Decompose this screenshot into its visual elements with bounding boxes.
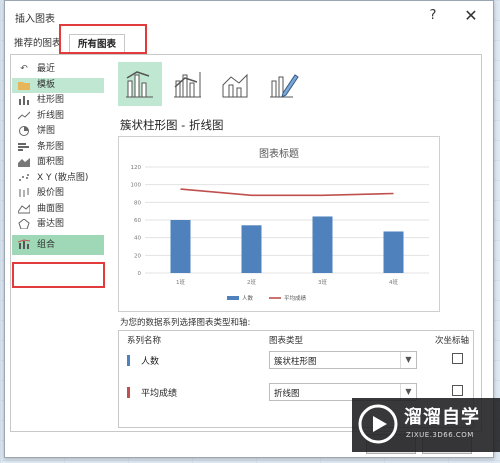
sidebar-item-line[interactable]: 折线图 — [12, 109, 104, 125]
pie-chart-icon — [18, 126, 30, 137]
surface-chart-icon — [17, 203, 31, 215]
area-chart-icon — [18, 157, 30, 168]
chart-type-sidebar: ↶ 最近 模板 柱形图 折线图 饼图 条形图 面积图 X Y (散点图) 股价图 … — [12, 62, 104, 255]
folder-icon — [18, 80, 30, 91]
x-tick-label: 1班 — [176, 278, 185, 286]
header-chart-type: 图表类型 — [269, 336, 304, 346]
play-logo-icon — [358, 404, 398, 444]
close-button[interactable]: ✕ — [461, 6, 481, 26]
sidebar-item-surface[interactable]: 曲面图 — [12, 202, 104, 218]
sidebar-item-pie[interactable]: 饼图 — [12, 124, 104, 140]
chart-type-value: 簇状柱形图 — [274, 357, 317, 367]
y-tick-label: 80 — [134, 200, 141, 206]
secondary-axis-checkbox[interactable] — [452, 353, 463, 364]
subtype-cluster-column-line[interactable] — [118, 62, 162, 106]
series-color-swatch — [127, 387, 130, 398]
combo-chart-icon — [17, 239, 31, 250]
chevron-down-icon[interactable]: ▼ — [400, 352, 416, 368]
legend-label: 平均成绩 — [284, 294, 307, 302]
subtype-title: 簇状柱形图 - 折线图 — [120, 118, 224, 132]
watermark-url: ZIXUE.3D66.COM — [406, 431, 474, 439]
sidebar-item-radar[interactable]: 雷达图 — [12, 217, 104, 233]
sidebar-item-recent[interactable]: ↶ 最近 — [12, 62, 104, 78]
legend-swatch — [227, 296, 239, 300]
series-row: 人数 簇状柱形图 ▼ — [119, 349, 475, 375]
series-instruction: 为您的数据系列选择图表类型和轴: — [120, 318, 251, 328]
chart-preview: 图表标题 0 20 40 60 80 100 120 1班 2班 3班 4班 人数 平均成绩 — [118, 136, 440, 312]
sidebar-item-scatter[interactable]: X Y (散点图) — [12, 171, 104, 187]
combo-subtype-gallery — [118, 62, 306, 108]
y-tick-label: 40 — [134, 236, 141, 242]
watermark-text: 溜溜自学 — [404, 407, 480, 428]
y-tick-label: 20 — [134, 253, 141, 259]
radar-chart-icon — [18, 218, 30, 230]
bar-chart-icon — [18, 142, 30, 153]
sidebar-item-templates[interactable]: 模板 — [12, 77, 104, 93]
series-line — [180, 188, 394, 197]
subtype-cluster-column-line-secondary[interactable] — [166, 62, 210, 106]
scatter-chart-icon — [18, 173, 30, 184]
sidebar-item-combo[interactable]: 组合 — [12, 234, 104, 255]
y-tick-label: 120 — [131, 165, 142, 171]
bar — [170, 220, 191, 273]
help-button[interactable]: ? — [423, 6, 443, 26]
series-name: 平均成绩 — [141, 389, 178, 399]
y-tick-label: 100 — [131, 183, 142, 189]
sidebar-item-area[interactable]: 面积图 — [12, 155, 104, 171]
y-tick-label: 0 — [138, 271, 142, 277]
x-tick-label: 3班 — [318, 278, 327, 286]
header-series-name: 系列名称 — [127, 336, 162, 346]
line-chart-icon — [17, 111, 31, 122]
header-secondary-axis: 次坐标轴 — [435, 336, 470, 346]
chart-type-value: 折线图 — [274, 389, 300, 399]
cluster-column-line-secondary-icon — [174, 72, 201, 98]
subtype-stacked-area-column[interactable] — [214, 62, 258, 106]
secondary-axis-checkbox[interactable] — [452, 385, 463, 396]
tab-annotation-highlight — [59, 24, 147, 54]
stock-chart-icon — [18, 188, 30, 199]
stacked-area-column-icon — [222, 73, 248, 98]
sidebar-item-bar[interactable]: 条形图 — [12, 140, 104, 156]
undo-icon: ↶ — [20, 64, 28, 75]
dialog-title: 插入图表 — [15, 14, 55, 25]
series-color-swatch — [127, 355, 130, 366]
chart-type-dropdown[interactable]: 簇状柱形图 ▼ — [269, 351, 417, 369]
column-chart-icon — [18, 95, 30, 106]
subtype-custom-combo[interactable] — [262, 62, 306, 106]
watermark: 溜溜自学 ZIXUE.3D66.COM — [352, 398, 500, 452]
x-tick-label: 2班 — [247, 278, 256, 286]
legend-label: 人数 — [242, 294, 254, 302]
cluster-column-line-icon — [126, 71, 153, 98]
bar — [241, 225, 262, 273]
bar — [312, 216, 333, 273]
sidebar-item-stock[interactable]: 股价图 — [12, 186, 104, 202]
series-name: 人数 — [141, 357, 160, 367]
chart-plot: 0 20 40 60 80 100 120 1班 2班 3班 4班人数 平均成绩 — [131, 165, 429, 302]
bar — [383, 231, 404, 273]
y-tick-label: 60 — [134, 218, 141, 224]
sidebar-item-column[interactable]: 柱形图 — [12, 93, 104, 109]
combo-annotation-highlight — [12, 262, 105, 288]
custom-combo-pencil-icon — [270, 74, 299, 98]
x-tick-label: 4班 — [389, 278, 398, 286]
